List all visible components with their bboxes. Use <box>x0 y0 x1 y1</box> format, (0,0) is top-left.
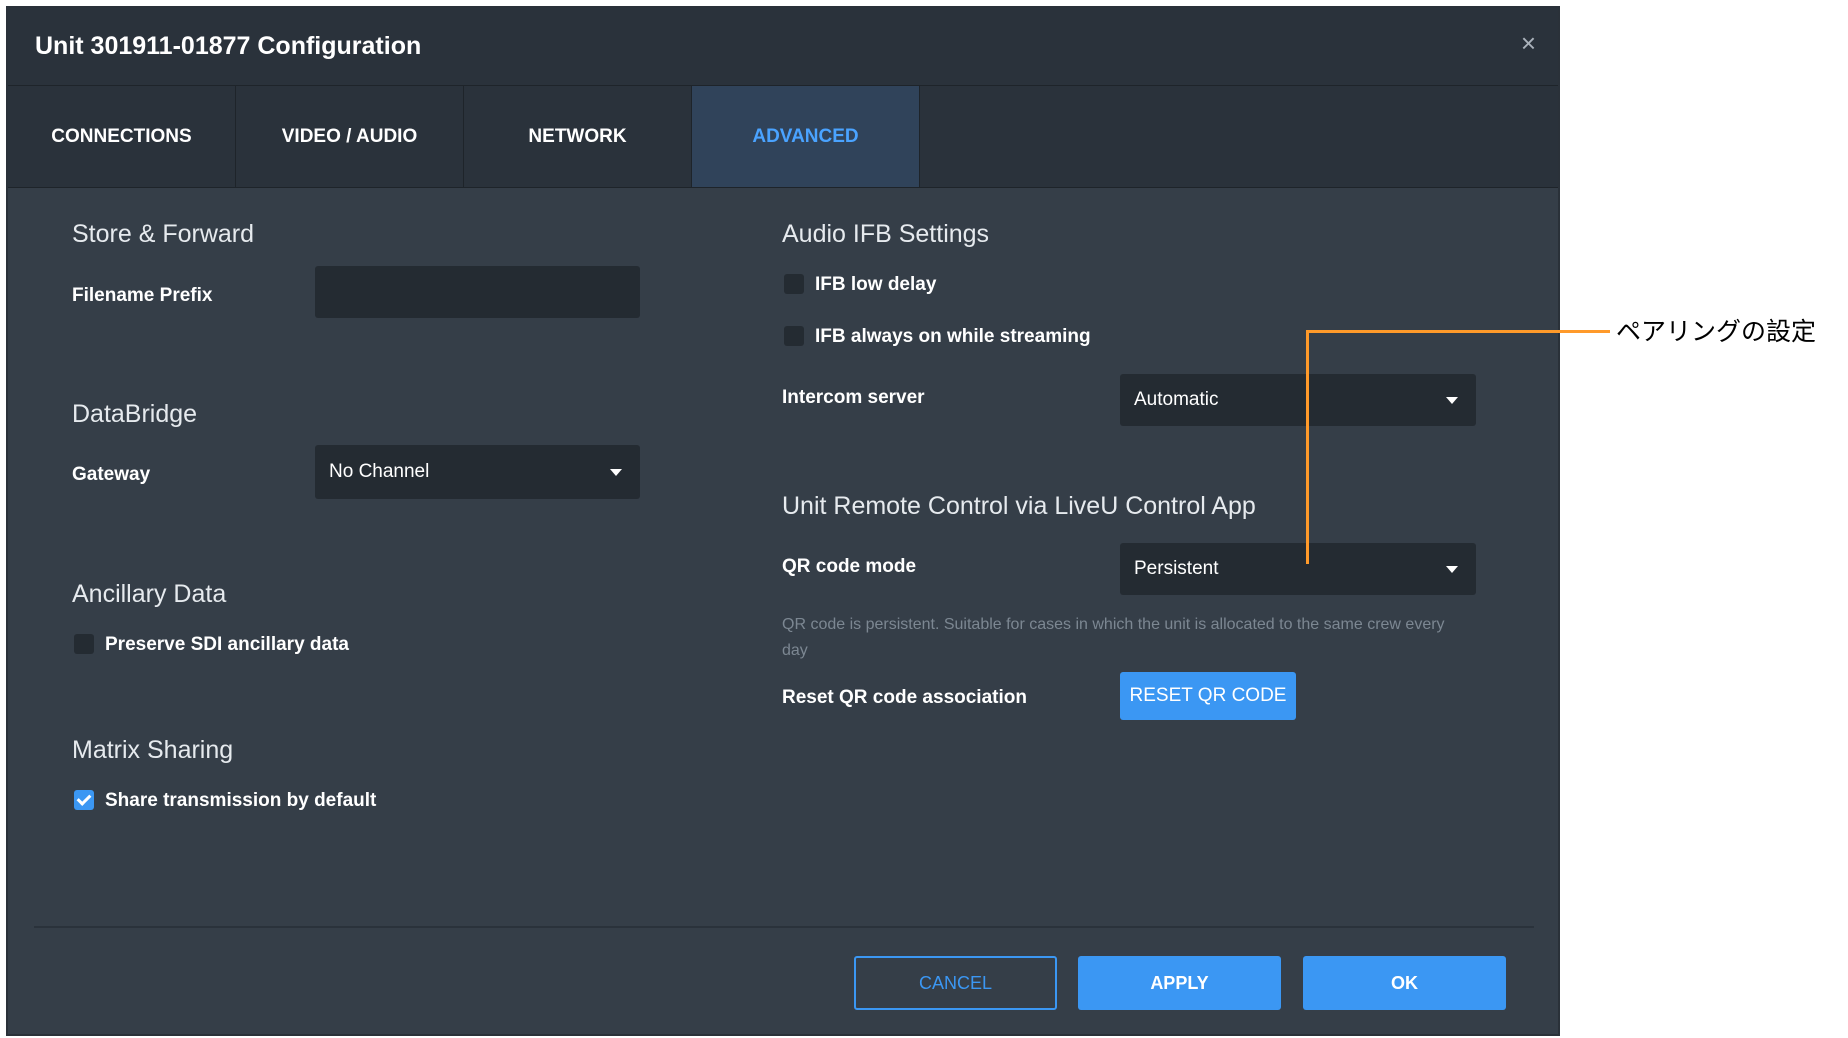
apply-button[interactable]: APPLY <box>1078 956 1281 1010</box>
audio-ifb-heading: Audio IFB Settings <box>782 220 990 248</box>
callout-line-horizontal <box>1306 330 1610 333</box>
databridge-heading: DataBridge <box>72 400 198 428</box>
remote-control-heading: Unit Remote Control via LiveU Control Ap… <box>782 492 1256 520</box>
chevron-down-icon <box>1446 566 1458 573</box>
gateway-select-value: No Channel <box>329 461 430 482</box>
qr-code-mode-label: QR code mode <box>782 556 917 577</box>
dialog-title: Unit 301911-01877 Configuration <box>35 32 422 60</box>
dialog-titlebar: Unit 301911-01877 Configuration × <box>8 8 1558 86</box>
preserve-sdi-checkbox[interactable] <box>74 634 94 654</box>
ifb-always-on-checkbox[interactable] <box>784 326 804 346</box>
qr-code-hint: QR code is persistent. Suitable for case… <box>782 616 1445 659</box>
configuration-dialog: Unit 301911-01877 Configuration × CONNEC… <box>6 6 1560 1036</box>
close-icon[interactable]: × <box>1521 30 1536 56</box>
share-transmission-checkbox[interactable] <box>74 790 94 810</box>
preserve-sdi-label: Preserve SDI ancillary data <box>105 634 349 655</box>
tab-network[interactable]: NETWORK <box>464 86 692 187</box>
ancillary-heading: Ancillary Data <box>72 580 227 608</box>
ok-button[interactable]: OK <box>1303 956 1506 1010</box>
qr-code-mode-select[interactable]: Persistent <box>1120 543 1476 595</box>
intercom-server-select[interactable]: Automatic <box>1120 374 1476 426</box>
callout-line-vertical <box>1306 330 1309 564</box>
share-transmission-label: Share transmission by default <box>105 790 377 811</box>
chevron-down-icon <box>610 469 622 476</box>
store-forward-heading: Store & Forward <box>72 220 255 248</box>
intercom-server-value: Automatic <box>1134 389 1219 410</box>
cancel-button[interactable]: CANCEL <box>854 956 1057 1010</box>
tab-bar: CONNECTIONS VIDEO / AUDIO NETWORK ADVANC… <box>8 86 1558 188</box>
tab-advanced[interactable]: ADVANCED <box>692 86 920 187</box>
pairing-settings-annotation: ペアリングの設定 <box>1616 318 1817 346</box>
footer-divider <box>34 926 1534 928</box>
ifb-always-on-label: IFB always on while streaming <box>815 326 1091 347</box>
qr-code-mode-value: Persistent <box>1134 558 1219 579</box>
intercom-server-label: Intercom server <box>782 387 925 408</box>
tab-connections[interactable]: CONNECTIONS <box>8 86 236 187</box>
reset-qr-label: Reset QR code association <box>782 687 1027 708</box>
matrix-sharing-heading: Matrix Sharing <box>72 736 234 764</box>
filename-prefix-label: Filename Prefix <box>72 285 213 306</box>
reset-qr-code-button[interactable]: RESET QR CODE <box>1120 672 1296 720</box>
chevron-down-icon <box>1446 397 1458 404</box>
filename-prefix-input[interactable] <box>315 266 640 318</box>
gateway-select[interactable]: No Channel <box>315 445 640 499</box>
ifb-low-delay-checkbox[interactable] <box>784 274 804 294</box>
tab-video-audio[interactable]: VIDEO / AUDIO <box>236 86 464 187</box>
gateway-label: Gateway <box>72 464 151 485</box>
ifb-low-delay-label: IFB low delay <box>815 274 937 295</box>
